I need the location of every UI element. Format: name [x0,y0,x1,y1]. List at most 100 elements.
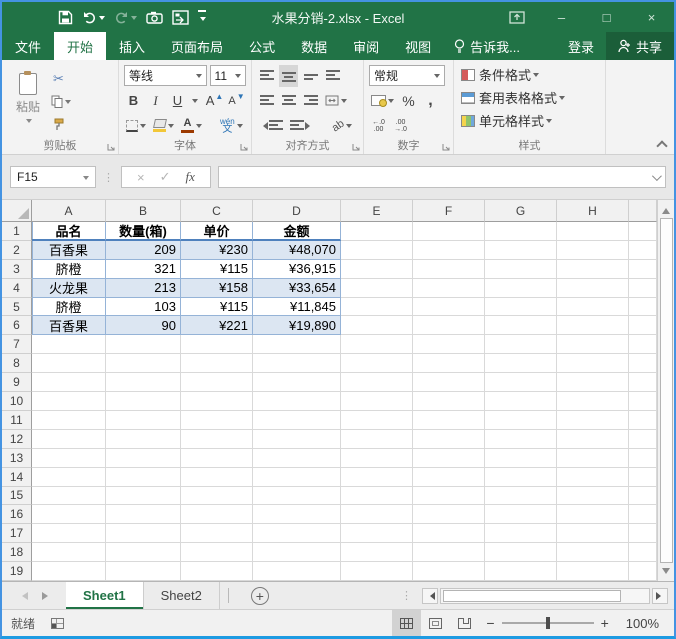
cell-D19[interactable] [253,562,341,581]
select-all-corner[interactable] [2,200,32,222]
cell-D9[interactable] [253,373,341,392]
tabbar-splitter[interactable]: ⋮ [401,589,412,602]
camera-button[interactable] [146,11,163,24]
cell-G15[interactable] [485,487,557,506]
cell-B14[interactable] [106,468,181,487]
cell-G2[interactable] [485,241,557,260]
row-header-1[interactable]: 1 [2,222,32,241]
collapse-ribbon-button[interactable] [657,139,666,148]
cell-B10[interactable] [106,392,181,411]
cell-A8[interactable] [32,354,106,373]
cell-H5[interactable] [557,298,629,317]
cell-E10[interactable] [341,392,413,411]
cell-B12[interactable] [106,430,181,449]
cell-H11[interactable] [557,411,629,430]
cell-A9[interactable] [32,373,106,392]
cell-E7[interactable] [341,335,413,354]
cell-A17[interactable] [32,524,106,543]
col-header-H[interactable]: H [557,200,629,222]
cell-D1[interactable]: 金额 [253,222,341,241]
cell-B9[interactable] [106,373,181,392]
cell-F17[interactable] [413,524,485,543]
conditional-formatting-button[interactable]: 条件格式 [459,63,600,86]
cell-G6[interactable] [485,316,557,335]
cell-C13[interactable] [181,449,253,468]
tab-review[interactable]: 审阅 [340,32,392,60]
next-sheet-button[interactable] [42,592,52,600]
cell-A10[interactable] [32,392,106,411]
cell-I17[interactable] [629,524,657,543]
cell-I14[interactable] [629,468,657,487]
cell-A6[interactable]: 百香果 [32,316,106,335]
number-dialog-launcher[interactable] [441,142,451,152]
font-name-select[interactable]: 等线 [124,65,207,86]
cell-H1[interactable] [557,222,629,241]
page-layout-view-button[interactable] [421,610,450,636]
cell-D6[interactable]: ¥19,890 [253,316,341,335]
underline-caret[interactable] [192,99,198,106]
zoom-slider[interactable] [502,622,594,624]
paste-button[interactable]: 粘贴 [7,63,49,135]
col-header-D[interactable]: D [253,200,341,222]
cell-A15[interactable] [32,487,106,506]
cell-F11[interactable] [413,411,485,430]
zoom-in-button[interactable]: + [594,615,616,631]
cell-C11[interactable] [181,411,253,430]
cell-C8[interactable] [181,354,253,373]
row-header-5[interactable]: 5 [2,298,32,317]
cell-G18[interactable] [485,543,557,562]
cell-C10[interactable] [181,392,253,411]
increase-decimal-button[interactable]: ←.0.00 [369,115,388,137]
align-left-button[interactable] [257,90,276,112]
insert-function-button[interactable]: fx [186,169,195,185]
macro-record-button[interactable] [51,618,64,629]
cell-A19[interactable] [32,562,106,581]
cell-D5[interactable]: ¥11,845 [253,298,341,317]
row-header-12[interactable]: 12 [2,430,32,449]
cell-F4[interactable] [413,279,485,298]
close-button[interactable]: × [629,2,674,32]
cell-F1[interactable] [413,222,485,241]
cell-I9[interactable] [629,373,657,392]
cell-E11[interactable] [341,411,413,430]
cell-D4[interactable]: ¥33,654 [253,279,341,298]
cell-I3[interactable] [629,260,657,279]
row-header-6[interactable]: 6 [2,316,32,335]
top-align-button[interactable] [257,65,276,87]
cell-I7[interactable] [629,335,657,354]
cell-D8[interactable] [253,354,341,373]
cell-G17[interactable] [485,524,557,543]
cell-F10[interactable] [413,392,485,411]
cell-D3[interactable]: ¥36,915 [253,260,341,279]
redo-button[interactable] [114,11,137,24]
orientation-button[interactable]: ab [330,115,354,137]
cell-C6[interactable]: ¥221 [181,316,253,335]
row-header-15[interactable]: 15 [2,487,32,506]
cell-D10[interactable] [253,392,341,411]
cell-E6[interactable] [341,316,413,335]
redo-dropdown-caret[interactable] [131,16,137,23]
cell-I4[interactable] [629,279,657,298]
cell-D12[interactable] [253,430,341,449]
cell-I1[interactable] [629,222,657,241]
cell-D13[interactable] [253,449,341,468]
cell-G13[interactable] [485,449,557,468]
cell-G16[interactable] [485,505,557,524]
cell-E5[interactable] [341,298,413,317]
cell-A18[interactable] [32,543,106,562]
cell-I6[interactable] [629,316,657,335]
formula-input[interactable] [218,166,666,188]
cell-G4[interactable] [485,279,557,298]
cell-B2[interactable]: 209 [106,241,181,260]
bottom-align-button[interactable] [301,65,320,87]
cell-D18[interactable] [253,543,341,562]
zoom-out-button[interactable]: − [479,615,501,631]
tab-file[interactable]: 文件 [2,32,54,60]
row-header-14[interactable]: 14 [2,468,32,487]
cell-C3[interactable]: ¥115 [181,260,253,279]
cell-E9[interactable] [341,373,413,392]
accounting-format-button[interactable] [369,90,396,112]
alignment-dialog-launcher[interactable] [351,142,361,152]
cell-I16[interactable] [629,505,657,524]
copy-button[interactable] [49,91,73,113]
